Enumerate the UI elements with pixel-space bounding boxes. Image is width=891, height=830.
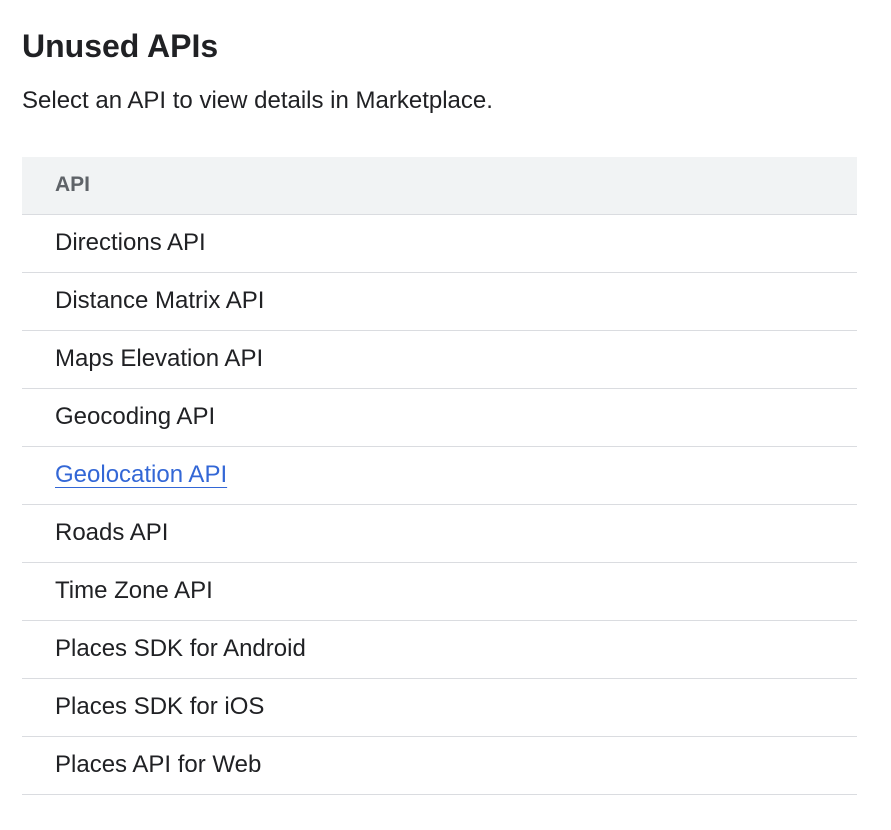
api-link-geolocation[interactable]: Geolocation API [55, 461, 227, 488]
table-row[interactable]: Roads API [22, 504, 857, 563]
table-cell: Distance Matrix API [22, 272, 857, 331]
api-link-directions[interactable]: Directions API [55, 229, 206, 256]
table-row[interactable]: Places SDK for iOS [22, 678, 857, 737]
api-link-places-api-web[interactable]: Places API for Web [55, 751, 261, 778]
column-header-api: API [22, 157, 857, 215]
page-subtitle: Select an API to view details in Marketp… [22, 87, 493, 114]
table-cell: Places SDK for Android [22, 620, 857, 679]
table-row[interactable]: Directions API [22, 214, 857, 273]
table-cell: Places SDK for iOS [22, 678, 857, 737]
page-title: Unused APIs [22, 28, 219, 64]
api-link-geocoding[interactable]: Geocoding API [55, 403, 215, 430]
table-row[interactable]: Places API for Web [22, 736, 857, 795]
api-link-places-sdk-ios[interactable]: Places SDK for iOS [55, 693, 264, 720]
table-cell: Roads API [22, 504, 857, 563]
api-link-distance-matrix[interactable]: Distance Matrix API [55, 287, 264, 314]
unused-apis-page: Unused APIs Select an API to view detail… [0, 0, 891, 830]
table-row[interactable]: Distance Matrix API [22, 272, 857, 331]
table-cell: Geocoding API [22, 388, 857, 447]
table-cell: Places API for Web [22, 736, 857, 795]
table-cell: Directions API [22, 214, 857, 273]
api-link-time-zone[interactable]: Time Zone API [55, 577, 213, 604]
table-cell: Maps Elevation API [22, 330, 857, 389]
api-link-places-sdk-android[interactable]: Places SDK for Android [55, 635, 306, 662]
api-table: API Directions API Distance Matrix API M… [22, 157, 857, 795]
table-header-row: API [22, 157, 857, 215]
api-link-maps-elevation[interactable]: Maps Elevation API [55, 345, 263, 372]
table-row[interactable]: Time Zone API [22, 562, 857, 621]
table-cell: Geolocation API [22, 446, 857, 505]
table-row[interactable]: Geocoding API [22, 388, 857, 447]
table-cell: Time Zone API [22, 562, 857, 621]
table-row[interactable]: Places SDK for Android [22, 620, 857, 679]
table-row[interactable]: Maps Elevation API [22, 330, 857, 389]
api-link-roads[interactable]: Roads API [55, 519, 168, 546]
table-row[interactable]: Geolocation API [22, 446, 857, 505]
